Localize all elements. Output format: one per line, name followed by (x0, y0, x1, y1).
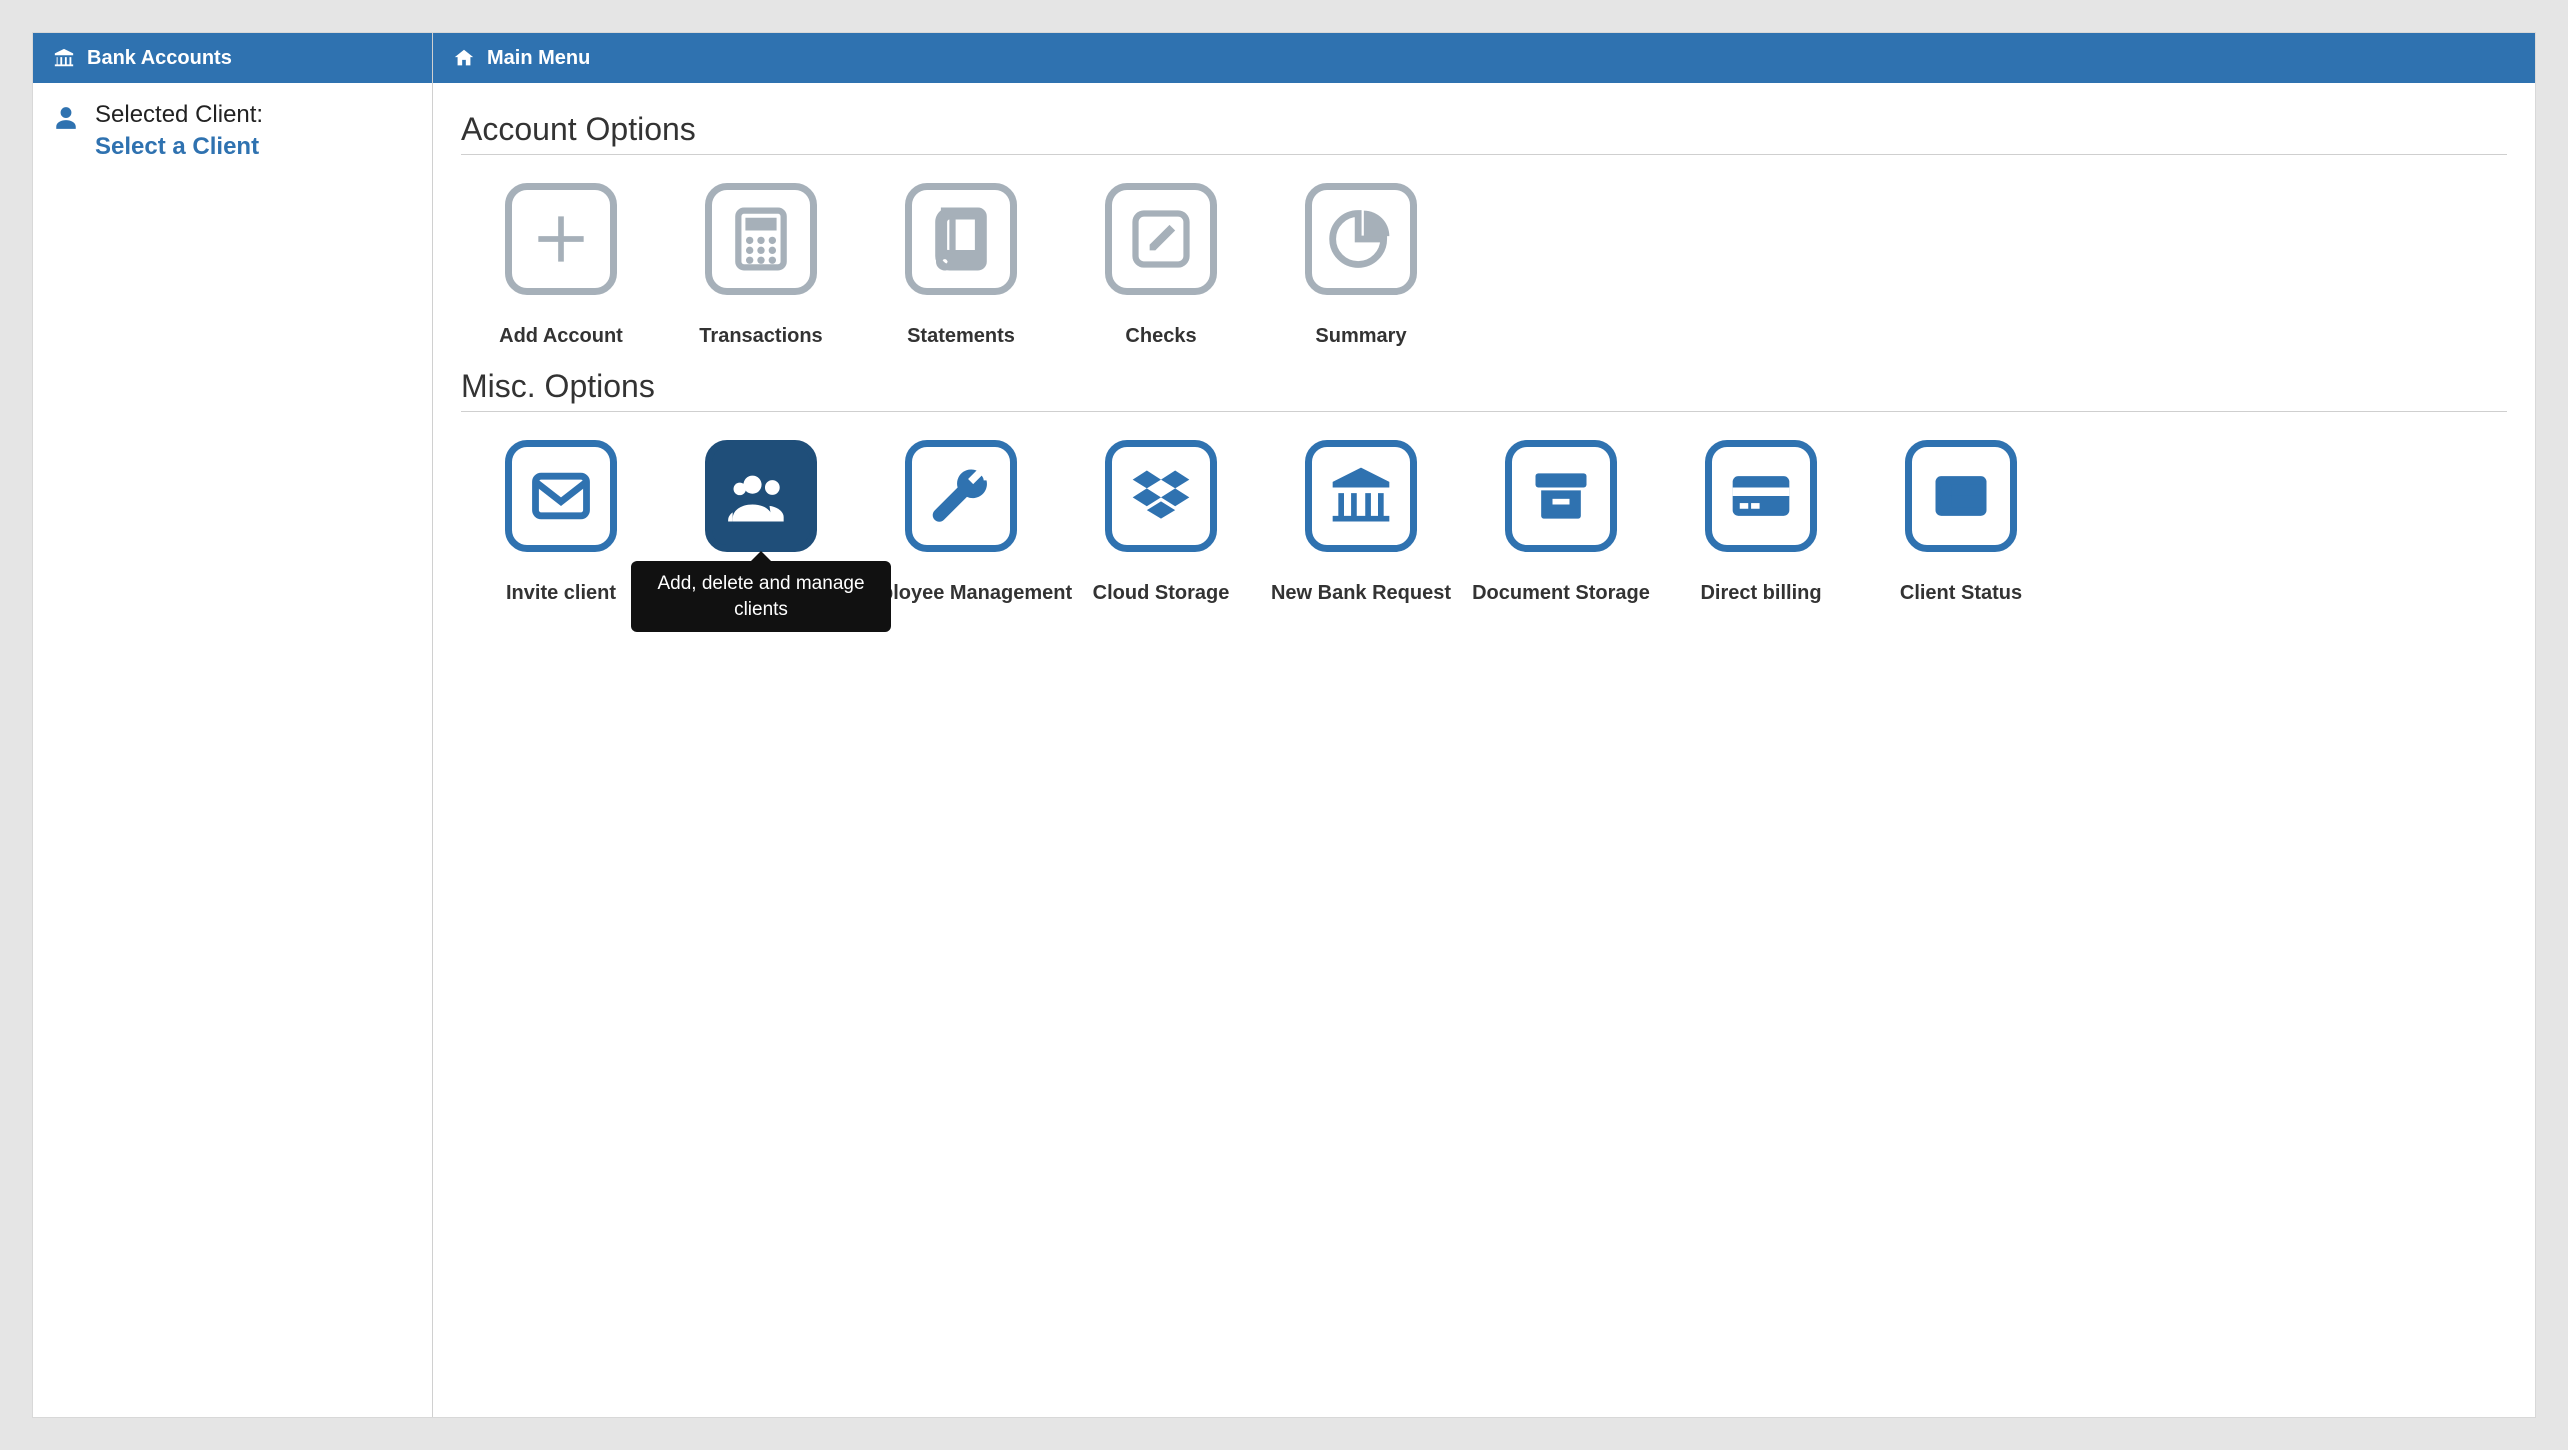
calculator-icon (705, 183, 817, 295)
tile-client-status[interactable]: Client Status (1861, 436, 2061, 605)
bank-icon (1305, 440, 1417, 552)
section-title-misc: Misc. Options (461, 368, 2507, 405)
tile-transactions[interactable]: Transactions (661, 179, 861, 348)
app-window: Bank Accounts Selected Client: Select a … (32, 32, 2536, 1418)
user-icon (53, 105, 79, 134)
tile-label: Transactions (699, 325, 822, 348)
tile-cloud-storage[interactable]: Cloud Storage (1061, 436, 1261, 605)
section-divider (461, 411, 2507, 412)
envelope-icon (505, 440, 617, 552)
tile-add-account[interactable]: Add Account (461, 179, 661, 348)
dropbox-icon (1105, 440, 1217, 552)
edit-square-icon (1105, 183, 1217, 295)
tooltip: Add, delete and manage clients (631, 561, 891, 632)
list-card-icon (1905, 440, 2017, 552)
tile-summary[interactable]: Summary (1261, 179, 1461, 348)
account-options-row: Add Account Transactions Statements (461, 179, 2507, 348)
users-icon (705, 440, 817, 552)
selected-client-panel: Selected Client: Select a Client (33, 83, 432, 179)
book-icon (905, 183, 1017, 295)
section-title-account: Account Options (461, 111, 2507, 148)
sidebar-header-title: Bank Accounts (87, 47, 232, 70)
tile-direct-billing[interactable]: Direct billing (1661, 436, 1861, 605)
tile-document-storage[interactable]: Document Storage (1461, 436, 1661, 605)
sidebar: Bank Accounts Selected Client: Select a … (33, 33, 433, 1417)
main-panel: Main Menu Account Options Add Account (433, 33, 2535, 1417)
main-header: Main Menu (433, 33, 2535, 83)
tile-label: Statements (907, 325, 1015, 348)
tile-statements[interactable]: Statements (861, 179, 1061, 348)
home-icon (453, 47, 475, 69)
pie-chart-icon (1305, 183, 1417, 295)
tile-checks[interactable]: Checks (1061, 179, 1261, 348)
bank-icon (53, 47, 75, 69)
sidebar-header: Bank Accounts (33, 33, 432, 83)
credit-card-icon (1705, 440, 1817, 552)
tile-label: Add Account (499, 325, 623, 348)
select-client-link[interactable]: Select a Client (95, 133, 263, 161)
tile-label: New Bank Request (1271, 582, 1451, 605)
tile-label: Checks (1125, 325, 1196, 348)
tile-client-management[interactable]: Client Management Add, delete and manage… (661, 436, 861, 605)
tile-label: Client Status (1900, 582, 2022, 605)
plus-icon (505, 183, 617, 295)
main-header-title: Main Menu (487, 47, 590, 70)
content-area: Account Options Add Account Transactions (433, 83, 2535, 641)
tile-label: Summary (1315, 325, 1406, 348)
tile-employee-management[interactable]: Employee Management (861, 436, 1061, 605)
tile-label: Direct billing (1700, 582, 1821, 605)
selected-client-label: Selected Client: (95, 101, 263, 129)
section-divider (461, 154, 2507, 155)
misc-options-row: Invite client Client Management Add, del… (461, 436, 2507, 605)
archive-icon (1505, 440, 1617, 552)
tile-label: Cloud Storage (1093, 582, 1230, 605)
tile-label: Document Storage (1472, 582, 1650, 605)
tile-new-bank-request[interactable]: New Bank Request (1261, 436, 1461, 605)
tile-label: Invite client (506, 582, 616, 605)
wrench-icon (905, 440, 1017, 552)
